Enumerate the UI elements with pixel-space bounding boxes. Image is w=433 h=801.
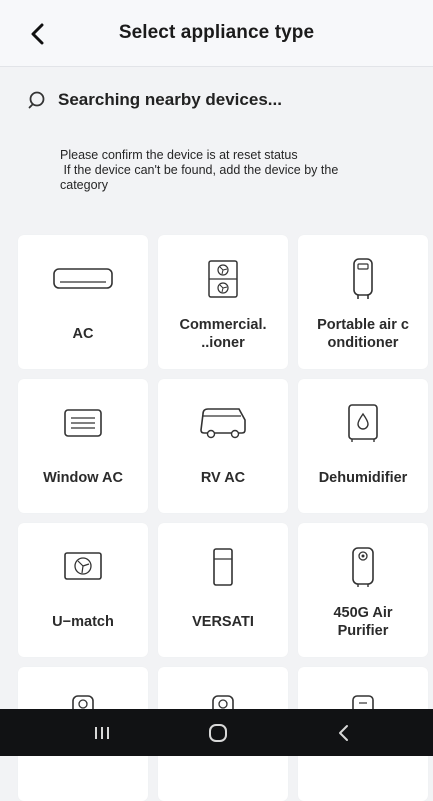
appliance-label: 450G Air Purifier bbox=[333, 605, 393, 639]
appliance-card-portable-ac[interactable]: Portable air c onditioner bbox=[298, 235, 428, 369]
appliance-card-commercial-ac[interactable]: Commercial. ..ioner bbox=[158, 235, 288, 369]
appliance-label: Window AC bbox=[43, 470, 123, 486]
window-ac-icon bbox=[64, 409, 102, 437]
home-button[interactable] bbox=[188, 709, 248, 756]
u-match-icon bbox=[64, 552, 102, 580]
appliance-label: VERSATI bbox=[192, 614, 254, 630]
air-purifier-icon bbox=[352, 547, 374, 587]
appliance-card-rv-ac[interactable]: RV AC bbox=[158, 379, 288, 513]
system-nav-bar bbox=[0, 709, 433, 756]
recents-button[interactable] bbox=[72, 709, 132, 756]
appliance-label: Portable air c onditioner bbox=[317, 317, 409, 351]
search-status-text: Searching nearby devices... bbox=[58, 90, 282, 109]
page-title: Select appliance type bbox=[118, 22, 315, 43]
commercial-ac-icon bbox=[208, 260, 238, 298]
dehumidifier-icon bbox=[348, 404, 378, 442]
split-ac-icon bbox=[53, 268, 113, 289]
appliance-label: AC bbox=[72, 326, 94, 342]
portable-ac-icon bbox=[353, 258, 373, 299]
back-icon bbox=[339, 724, 348, 741]
search-status: Searching nearby devices... bbox=[28, 88, 282, 112]
appliance-label: Commercial. ..ioner bbox=[179, 317, 267, 351]
appliance-label: RV AC bbox=[200, 470, 246, 486]
search-icon bbox=[28, 91, 45, 109]
reset-notice: Please confirm the device is at reset st… bbox=[60, 148, 412, 193]
appliance-card-window-ac[interactable]: Window AC bbox=[18, 379, 148, 513]
notice-line-1: Please confirm the device is at reset st… bbox=[60, 148, 298, 162]
notice-line-3: category bbox=[60, 178, 108, 192]
versati-icon bbox=[213, 548, 233, 586]
home-icon bbox=[209, 723, 227, 742]
appliance-card-versati[interactable]: VERSATI bbox=[158, 523, 288, 657]
appliance-card-u-match[interactable]: U−match bbox=[18, 523, 148, 657]
appliance-card-dehumidifier[interactable]: Dehumidifier bbox=[298, 379, 428, 513]
notice-line-2: If the device can't be found, add the de… bbox=[60, 163, 339, 177]
app-header: Select appliance type bbox=[0, 0, 433, 67]
back-nav-button[interactable] bbox=[314, 709, 374, 756]
appliance-label: U−match bbox=[52, 614, 114, 630]
appliance-label: Dehumidifier bbox=[318, 470, 408, 486]
appliance-card-ac[interactable]: AC bbox=[18, 235, 148, 369]
recents-icon bbox=[95, 726, 109, 739]
rv-ac-icon bbox=[200, 408, 246, 439]
appliance-card-air-purifier[interactable]: 450G Air Purifier bbox=[298, 523, 428, 657]
